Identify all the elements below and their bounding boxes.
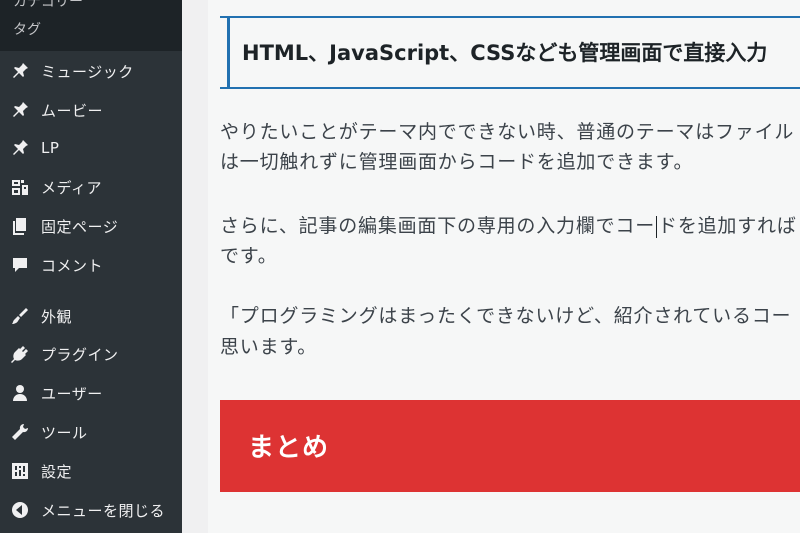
- admin-sidebar: カテゴリー タグ ミュージック ムービー LP メディア 固定ページ コメント …: [0, 0, 182, 533]
- sidebar-item-label: メニューを閉じる: [41, 501, 166, 520]
- paragraph-line[interactable]: 思います。: [220, 332, 317, 362]
- paragraph-text-after-caret: ドを追加すれば: [658, 215, 797, 237]
- settings-icon: [10, 461, 30, 481]
- media-icon: [10, 177, 30, 197]
- heading-left-border: [227, 16, 230, 89]
- collapse-icon: [10, 500, 30, 520]
- paragraph-line[interactable]: 「プログラミングはまったくできないけど、紹介されているコー: [220, 301, 791, 331]
- user-icon: [10, 383, 30, 403]
- sidebar-item-movie[interactable]: ムービー: [0, 92, 182, 128]
- paragraph-line[interactable]: です。: [220, 241, 278, 271]
- plugin-icon: [10, 344, 30, 364]
- editor-canvas[interactable]: HTML、JavaScript、CSSなども管理画面で直接入力 やりたいことがテ…: [208, 0, 800, 533]
- sidebar-item-label: ユーザー: [41, 384, 103, 403]
- paragraph-line[interactable]: は一切触れずに管理画面からコードを追加できます。: [220, 147, 693, 177]
- submenu-item-categories[interactable]: カテゴリー: [13, 0, 83, 11]
- sidebar-item-appearance[interactable]: 外観: [0, 298, 182, 334]
- sidebar-item-label: 設定: [41, 462, 73, 481]
- sidebar-item-label: メディア: [41, 178, 102, 197]
- brush-icon: [10, 306, 30, 326]
- sidebar-item-comments[interactable]: コメント: [0, 247, 182, 283]
- sidebar-item-lp[interactable]: LP: [0, 130, 182, 166]
- pin-icon: [10, 100, 30, 120]
- sidebar-item-settings[interactable]: 設定: [0, 453, 182, 489]
- sidebar-item-label: プラグイン: [41, 345, 119, 364]
- summary-heading-text: まとめ: [248, 433, 330, 463]
- page-icon: [10, 216, 30, 236]
- sidebar-item-label: 固定ページ: [41, 217, 119, 236]
- paragraph-line[interactable]: さらに、記事の編集画面下の専用の入力欄でコー ドを追加すれば: [220, 211, 797, 241]
- sidebar-item-music[interactable]: ミュージック: [0, 53, 182, 89]
- paragraph-line[interactable]: やりたいことがテーマ内でできない時、普通のテーマはファイル: [220, 117, 794, 147]
- wrench-icon: [10, 422, 30, 442]
- pin-icon: [10, 138, 30, 158]
- sidebar-item-label: ミュージック: [41, 62, 134, 81]
- sidebar-item-label: 外観: [41, 307, 73, 326]
- collapse-menu-button[interactable]: メニューを閉じる: [0, 492, 182, 528]
- sidebar-item-label: ツール: [41, 423, 88, 442]
- sidebar-item-pages[interactable]: 固定ページ: [0, 208, 182, 244]
- comment-icon: [10, 255, 30, 275]
- sidebar-item-label: ムービー: [41, 101, 104, 120]
- sidebar-item-plugins[interactable]: プラグイン: [0, 336, 182, 372]
- summary-heading-block[interactable]: まとめ: [220, 400, 800, 492]
- sidebar-item-users[interactable]: ユーザー: [0, 375, 182, 411]
- heading-text[interactable]: HTML、JavaScript、CSSなども管理画面で直接入力: [242, 37, 767, 67]
- sidebar-item-tools[interactable]: ツール: [0, 414, 182, 450]
- paragraph-text-before-caret: さらに、記事の編集画面下の専用の入力欄でコー: [220, 215, 656, 237]
- content-gutter: [182, 0, 208, 533]
- sidebar-item-media[interactable]: メディア: [0, 169, 182, 205]
- pin-icon: [10, 61, 30, 81]
- sidebar-item-label: コメント: [41, 256, 104, 275]
- submenu-item-tags[interactable]: タグ: [13, 19, 41, 39]
- text-caret: [656, 215, 658, 238]
- posts-submenu: カテゴリー タグ: [0, 0, 182, 51]
- sidebar-item-label: LP: [41, 139, 60, 157]
